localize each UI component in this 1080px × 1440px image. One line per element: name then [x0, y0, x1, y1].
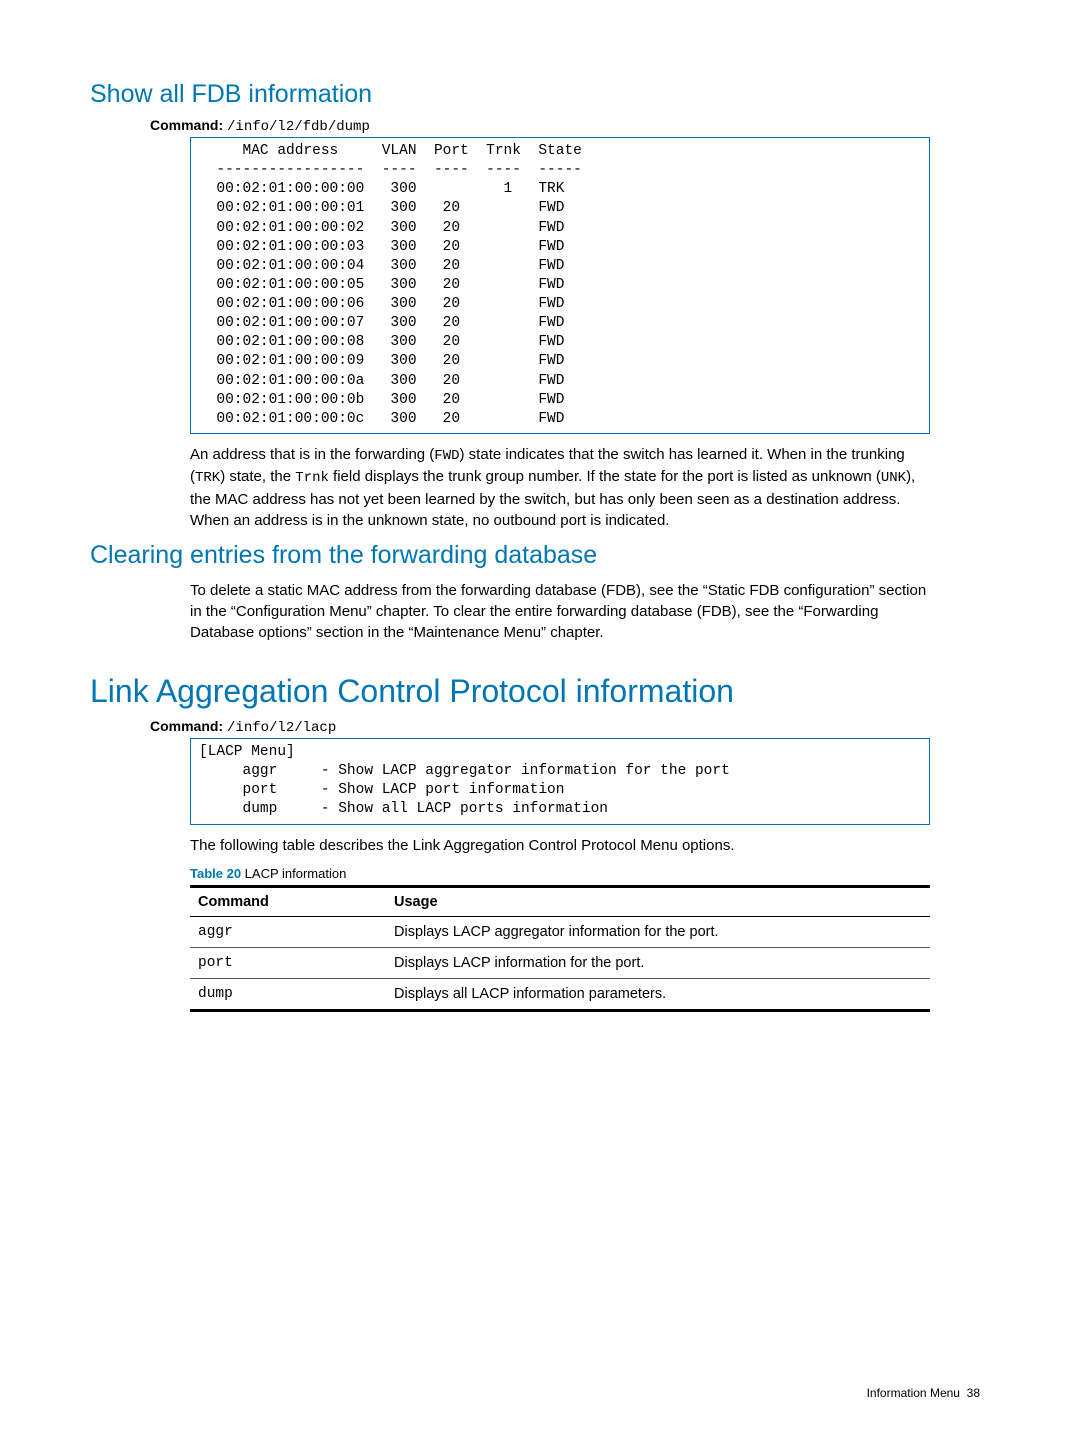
cell-usage: Displays LACP information for the port.	[386, 947, 930, 978]
paragraph-text: An address that is in the forwarding (	[190, 446, 434, 463]
paragraph-text: field displays the trunk group number. I…	[329, 468, 881, 485]
footer-page: 38	[967, 1386, 980, 1400]
inline-code: FWD	[434, 448, 459, 464]
command-text: /info/l2/lacp	[227, 720, 336, 736]
lacp-menu-output: [LACP Menu] aggr - Show LACP aggregator …	[190, 738, 930, 825]
table-title: LACP information	[241, 866, 346, 881]
lacp-table-intro: The following table describes the Link A…	[190, 835, 930, 856]
cell-command: port	[190, 947, 386, 978]
command-label: Command:	[150, 718, 223, 734]
table-row: portDisplays LACP information for the po…	[190, 947, 930, 978]
inline-code: Trnk	[295, 470, 329, 486]
heading-lacp-info: Link Aggregation Control Protocol inform…	[90, 673, 990, 710]
paragraph-text: ) state, the	[220, 468, 295, 485]
heading-clearing-entries: Clearing entries from the forwarding dat…	[90, 541, 990, 570]
page-footer: Information Menu 38	[867, 1386, 980, 1400]
col-usage: Usage	[386, 886, 930, 916]
fdb-explanation-paragraph: An address that is in the forwarding (FW…	[190, 444, 930, 531]
cell-usage: Displays all LACP information parameters…	[386, 978, 930, 1010]
lacp-info-table: Command Usage aggrDisplays LACP aggregat…	[190, 885, 930, 1012]
inline-code: UNK	[881, 470, 906, 486]
command-line-lacp: Command: /info/l2/lacp	[150, 718, 990, 736]
command-label: Command:	[150, 117, 223, 133]
table-row: aggrDisplays LACP aggregator information…	[190, 916, 930, 947]
clearing-entries-paragraph: To delete a static MAC address from the …	[190, 580, 930, 643]
cell-command: dump	[190, 978, 386, 1010]
footer-section: Information Menu	[867, 1386, 960, 1400]
table-number: Table 20	[190, 866, 241, 881]
table-caption: Table 20 LACP information	[190, 866, 930, 881]
col-command: Command	[190, 886, 386, 916]
table-row: dumpDisplays all LACP information parame…	[190, 978, 930, 1010]
cell-command: aggr	[190, 916, 386, 947]
command-text: /info/l2/fdb/dump	[227, 119, 370, 135]
table-header-row: Command Usage	[190, 886, 930, 916]
command-line-fdb: Command: /info/l2/fdb/dump	[150, 117, 990, 135]
fdb-dump-output: MAC address VLAN Port Trnk State -------…	[190, 137, 930, 434]
heading-show-all-fdb: Show all FDB information	[90, 80, 990, 109]
inline-code: TRK	[195, 470, 220, 486]
cell-usage: Displays LACP aggregator information for…	[386, 916, 930, 947]
